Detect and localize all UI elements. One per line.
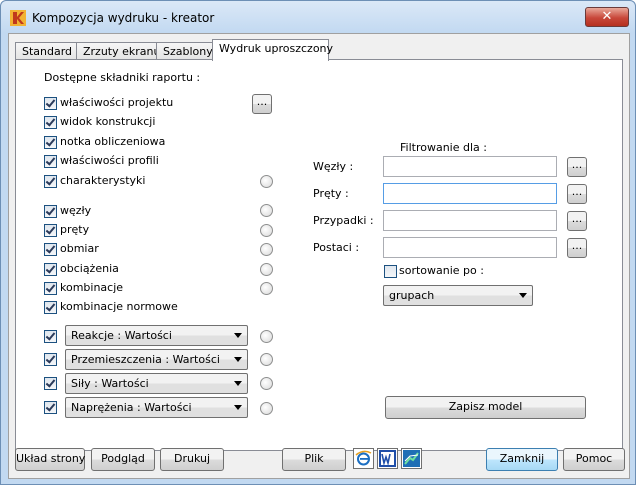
page-layout-button[interactable]: Układ strony [15, 448, 85, 471]
word-icon [379, 450, 396, 467]
label-filter-bars: Pręty : [313, 187, 349, 200]
chevron-down-icon [519, 293, 527, 298]
label-structure-view: widok konstrukcji [60, 115, 156, 128]
tab-simplified-print[interactable]: Wydruk uproszczony [212, 39, 333, 61]
filter-modes-ellipsis-button[interactable]: ... [567, 238, 587, 258]
save-model-button[interactable]: Zapisz model [385, 396, 586, 419]
filter-cases-input[interactable] [383, 210, 557, 231]
radio-stresses-table[interactable] [260, 402, 273, 415]
filter-cases-ellipsis-button[interactable]: ... [567, 211, 587, 231]
chart-icon [403, 450, 420, 467]
checkbox-combinations[interactable] [44, 282, 57, 295]
checkbox-loads[interactable] [44, 263, 57, 276]
radio-forces-table[interactable] [260, 377, 273, 390]
components-heading: Dostępne składniki raportu : [44, 71, 201, 84]
tab-screenshots[interactable]: Zrzuty ekranu [76, 42, 160, 60]
label-filter-cases: Przypadki : [313, 214, 374, 227]
chevron-down-icon [234, 405, 242, 410]
checkbox-stresses-table[interactable] [44, 401, 57, 414]
dialog-window: Kompozycja wydruku - kreator ✕ Standard … [0, 0, 636, 485]
label-characteristics: charakterystyki [60, 174, 146, 187]
file-button[interactable]: Plik [282, 448, 346, 471]
checkbox-nodes[interactable] [44, 205, 57, 218]
reactions-table-select[interactable]: Reakcje : Wartości [65, 325, 248, 346]
project-properties-ellipsis-button[interactable]: ... [252, 94, 272, 114]
filter-bars-ellipsis-button[interactable]: ... [567, 184, 587, 204]
label-calculation-note: notka obliczeniowa [60, 135, 166, 148]
label-sort-by: sortowanie po : [399, 264, 484, 277]
print-button[interactable]: Drukuj [160, 448, 224, 471]
checkbox-section-properties[interactable] [44, 155, 57, 168]
label-code-combinations: kombinacje normowe [60, 300, 178, 313]
sort-by-value: grupach [389, 289, 435, 302]
label-project-properties: właściwości projektu [60, 96, 174, 109]
help-button[interactable]: Pomoc [563, 448, 625, 471]
html-export-button[interactable] [353, 448, 374, 469]
radio-characteristics[interactable] [260, 175, 273, 188]
checkbox-sort-by[interactable] [384, 265, 397, 278]
tab-standard[interactable]: Standard [15, 42, 77, 60]
radio-bars[interactable] [260, 224, 273, 237]
chevron-down-icon [234, 381, 242, 386]
label-measurement: obmiar [60, 242, 99, 255]
spreadsheet-export-button[interactable] [401, 448, 422, 469]
radio-displacements-table[interactable] [260, 353, 273, 366]
checkbox-structure-view[interactable] [44, 116, 57, 129]
label-loads: obciążenia [60, 262, 119, 275]
preview-button[interactable]: Podgląd [91, 448, 155, 471]
dialog-client-area: Standard Zrzuty ekranu Szablony Wydruk u… [8, 33, 630, 479]
checkbox-reactions-table[interactable] [44, 330, 57, 343]
title-bar[interactable]: Kompozycja wydruku - kreator ✕ [1, 1, 635, 33]
filter-bars-input[interactable] [383, 183, 557, 204]
stresses-table-select[interactable]: Naprężenia : Wartości [65, 397, 248, 418]
sort-by-select[interactable]: grupach [383, 285, 533, 306]
reactions-table-value: Reakcje : Wartości [71, 329, 172, 342]
radio-measurement[interactable] [260, 243, 273, 256]
label-section-properties: właściwości profili [60, 154, 159, 167]
checkbox-forces-table[interactable] [44, 377, 57, 390]
checkbox-code-combinations[interactable] [44, 301, 57, 314]
filter-heading: Filtrowanie dla : [400, 141, 487, 154]
radio-combinations[interactable] [260, 282, 273, 295]
label-filter-modes: Postaci : [313, 241, 360, 254]
forces-table-select[interactable]: Siły : Wartości [65, 373, 248, 394]
checkbox-characteristics[interactable] [44, 175, 57, 188]
checkbox-measurement[interactable] [44, 243, 57, 256]
radio-reactions-table[interactable] [260, 330, 273, 343]
chevron-down-icon [234, 333, 242, 338]
radio-nodes[interactable] [260, 204, 273, 217]
forces-table-value: Siły : Wartości [71, 377, 149, 390]
checkbox-bars[interactable] [44, 224, 57, 237]
label-bars: pręty [60, 223, 90, 236]
tab-templates[interactable]: Szablony [156, 42, 214, 60]
close-button[interactable]: Zamknij [486, 448, 558, 471]
displacements-table-select[interactable]: Przemieszczenia : Wartości [65, 349, 248, 370]
filter-modes-input[interactable] [383, 237, 557, 258]
close-window-button[interactable]: ✕ [585, 7, 629, 27]
internet-explorer-icon [355, 450, 372, 467]
checkbox-displacements-table[interactable] [44, 353, 57, 366]
label-filter-nodes: Węzły : [313, 160, 354, 173]
checkbox-calculation-note[interactable] [44, 136, 57, 149]
label-nodes: węzły [60, 204, 92, 217]
displacements-table-value: Przemieszczenia : Wartości [71, 353, 220, 366]
filter-nodes-input[interactable] [383, 156, 557, 177]
simplified-print-panel: Dostępne składniki raportu : właściwości… [15, 59, 623, 451]
filter-nodes-ellipsis-button[interactable]: ... [567, 157, 587, 177]
label-combinations: kombinacje [60, 281, 124, 294]
chevron-down-icon [234, 357, 242, 362]
app-logo-icon [10, 10, 26, 26]
word-export-button[interactable] [377, 448, 398, 469]
radio-loads[interactable] [260, 263, 273, 276]
window-title: Kompozycja wydruku - kreator [32, 11, 215, 25]
stresses-table-value: Naprężenia : Wartości [71, 401, 192, 414]
checkbox-project-properties[interactable] [44, 97, 57, 110]
